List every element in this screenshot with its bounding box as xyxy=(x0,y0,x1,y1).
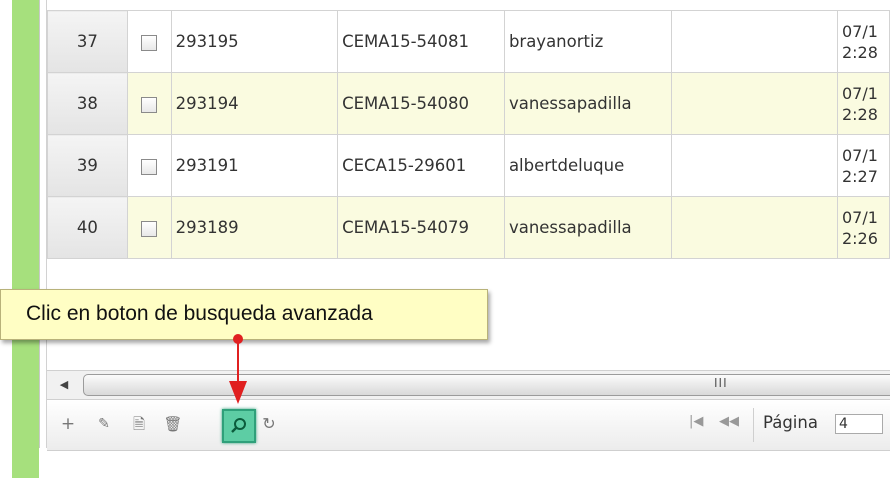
scrollbar-thumb[interactable]: III xyxy=(83,374,890,396)
row-checkbox[interactable] xyxy=(141,96,158,113)
cell-id: 293189 xyxy=(170,196,339,259)
cell-empty xyxy=(670,10,838,73)
table-row[interactable]: 37 293195 CEMA15-54081 brayanortiz 07/1 2… xyxy=(47,10,890,73)
cell-code: CECA15-29601 xyxy=(337,134,505,197)
cell-code: CEMA15-54081 xyxy=(337,10,505,73)
row-checkbox[interactable] xyxy=(141,34,158,51)
cell-id: 293195 xyxy=(170,10,339,73)
table-row[interactable]: 39 293191 CECA15-29601 albertdeluque 07/… xyxy=(47,134,890,197)
cell-user: vanessapadilla xyxy=(503,196,672,259)
cell-user: brayanortiz xyxy=(503,10,672,73)
cell-user: albertdeluque xyxy=(503,134,672,197)
refresh-icon[interactable]: ↻ xyxy=(257,412,281,436)
time-line: 2:26 xyxy=(841,228,878,248)
edit-icon[interactable]: ✎ xyxy=(92,412,116,436)
data-grid: 37 293195 CEMA15-54081 brayanortiz 07/1 2… xyxy=(47,10,890,259)
cell-user: vanessapadilla xyxy=(503,72,672,135)
cell-empty xyxy=(670,196,838,259)
cell-date: 07/1 2:28 xyxy=(836,10,890,73)
page-label: Página xyxy=(763,413,818,432)
left-accent-bar xyxy=(12,0,39,478)
date-line: 07/1 xyxy=(841,145,878,165)
grid-pager: + ✎ 🗎 🗑 ↻ |◀ ◀◀ Página 4 xyxy=(47,399,890,451)
row-checkbox[interactable] xyxy=(141,158,158,175)
time-line: 2:28 xyxy=(841,42,878,62)
view-icon[interactable]: 🗎 xyxy=(127,412,151,436)
horizontal-scrollbar[interactable]: ◀ III xyxy=(47,370,890,399)
cell-empty xyxy=(670,134,838,197)
scrollbar-grip: III xyxy=(714,376,728,390)
prev-page-icon[interactable]: ◀◀ xyxy=(719,414,739,429)
page-input[interactable]: 4 xyxy=(835,414,883,434)
row-number: 40 xyxy=(47,196,128,259)
cell-id: 293194 xyxy=(170,72,339,135)
row-number: 38 xyxy=(47,72,128,135)
date-line: 07/1 xyxy=(841,21,878,41)
cell-empty xyxy=(670,72,838,135)
time-line: 2:27 xyxy=(841,166,878,186)
pager-separator xyxy=(753,408,754,442)
table-row[interactable]: 40 293189 CEMA15-54079 vanessapadilla 07… xyxy=(47,196,890,259)
date-line: 07/1 xyxy=(841,207,878,227)
date-line: 07/1 xyxy=(841,83,878,103)
table-row[interactable]: 38 293194 CEMA15-54080 vanessapadilla 07… xyxy=(47,72,890,135)
row-checkbox[interactable] xyxy=(141,220,158,237)
row-number: 37 xyxy=(47,10,128,73)
cell-code: CEMA15-54079 xyxy=(337,196,505,259)
cell-date: 07/1 2:27 xyxy=(836,134,890,197)
first-page-icon[interactable]: |◀ xyxy=(689,414,703,429)
scroll-left-icon[interactable]: ◀ xyxy=(51,376,77,394)
cell-code: CEMA15-54080 xyxy=(337,72,505,135)
tooltip-callout: Clic en boton de busqueda avanzada xyxy=(0,289,488,340)
add-icon[interactable]: + xyxy=(56,412,80,436)
row-number: 39 xyxy=(47,134,128,197)
cell-id: 293191 xyxy=(170,134,339,197)
cell-date: 07/1 2:28 xyxy=(836,72,890,135)
time-line: 2:28 xyxy=(841,104,878,124)
cell-date: 07/1 2:26 xyxy=(836,196,890,259)
delete-icon[interactable]: 🗑 xyxy=(161,412,185,436)
search-icon[interactable] xyxy=(222,409,256,443)
